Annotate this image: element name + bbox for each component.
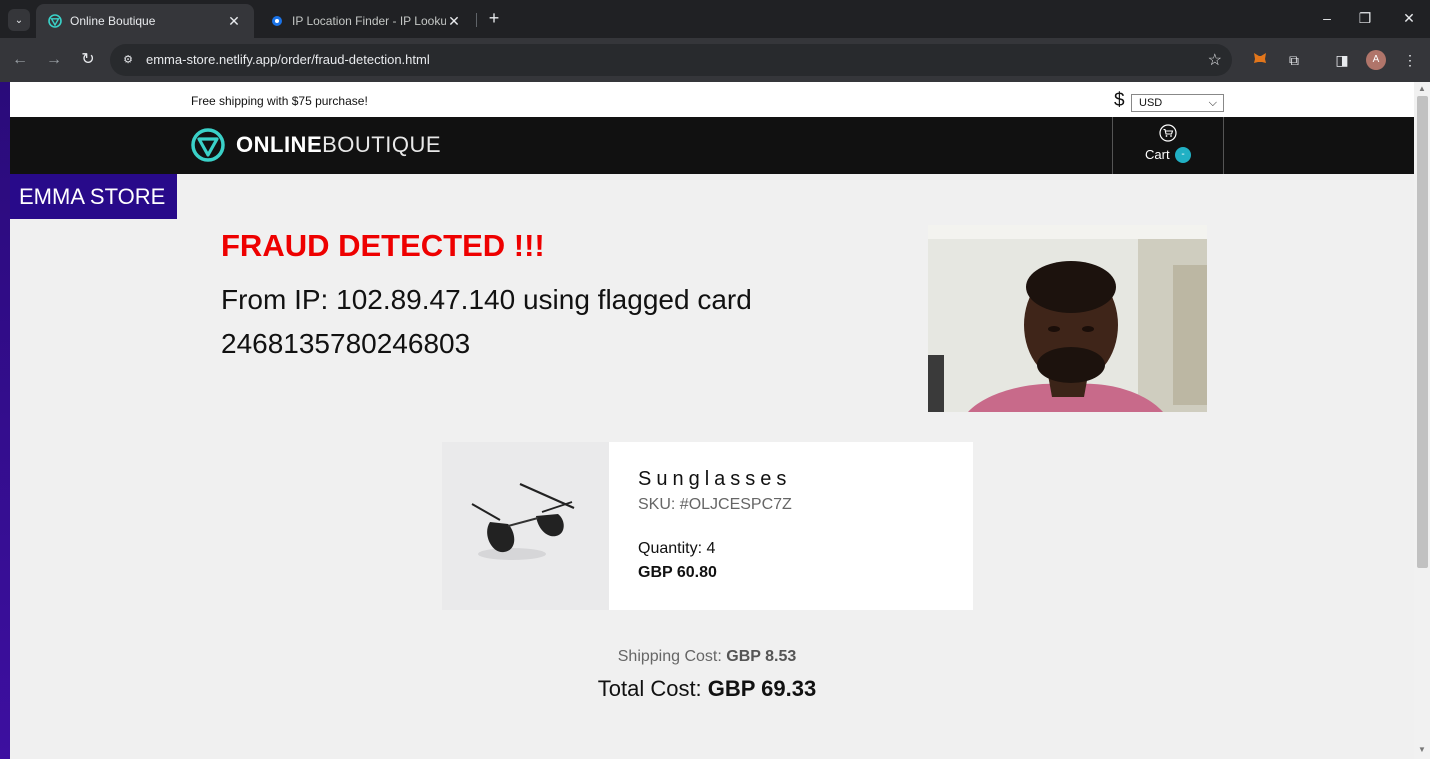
- browser-menu-icon[interactable]: ⋮: [1400, 50, 1420, 70]
- ip-finder-favicon-icon: [270, 14, 284, 28]
- total-cost-label: Total Cost:: [597, 676, 702, 701]
- sunglasses-product-image: [442, 442, 609, 610]
- logo-text-bold: ONLINE: [236, 132, 323, 157]
- site-header: ONLINEBOUTIQUE Cart -: [10, 117, 1414, 174]
- scrollbar-thumb[interactable]: [1417, 96, 1428, 568]
- new-tab-icon[interactable]: +: [484, 8, 504, 28]
- total-cost-value: GBP 69.33: [707, 676, 817, 701]
- webcam-snapshot-image: [928, 225, 1207, 412]
- url-text[interactable]: emma-store.netlify.app/order/fraud-detec…: [146, 52, 430, 67]
- product-name: Sunglasses: [638, 468, 792, 490]
- product-quantity: Quantity: 4: [638, 540, 716, 557]
- currency-selected-value: USD: [1139, 97, 1163, 109]
- tab-ip-location-finder[interactable]: IP Location Finder - IP Lookup \ ✕: [258, 4, 474, 38]
- shipping-cost-label: Shipping Cost:: [617, 648, 722, 665]
- browser-tab-bar: ⌄ Online Boutique ✕ IP Location Finder -…: [0, 0, 1430, 38]
- tab-title: Online Boutique: [70, 14, 156, 28]
- product-price: GBP 60.80: [638, 564, 717, 581]
- scroll-down-arrow-icon[interactable]: ▼: [1414, 745, 1430, 757]
- cart-count-badge: -: [1175, 147, 1191, 163]
- reload-icon[interactable]: ↻: [76, 48, 100, 72]
- bookmark-star-icon[interactable]: ☆: [1208, 50, 1222, 70]
- page-viewport: Free shipping with $75 purchase! $ USD ⌵…: [0, 82, 1430, 759]
- free-shipping-notice: Free shipping with $75 purchase!: [191, 94, 368, 108]
- back-arrow-icon[interactable]: ←: [8, 48, 32, 72]
- scroll-up-arrow-icon[interactable]: ▲: [1414, 84, 1430, 96]
- product-sku: SKU: #OLJCESPC7Z: [638, 496, 792, 513]
- fraud-alert-message: From IP: 102.89.47.140 using flagged car…: [221, 284, 752, 359]
- tab-search-icon[interactable]: ⌄: [8, 9, 30, 31]
- address-bar[interactable]: ⚙ emma-store.netlify.app/order/fraud-det…: [110, 44, 1232, 76]
- browser-toolbar: ← → ↻ ⚙ emma-store.netlify.app/order/fra…: [0, 38, 1430, 82]
- cart-button[interactable]: Cart -: [1112, 117, 1224, 174]
- forward-arrow-icon[interactable]: →: [42, 48, 66, 72]
- boutique-logo-icon: [191, 128, 225, 162]
- total-cost: Total Cost: GBP 69.33: [0, 676, 1414, 702]
- profile-avatar[interactable]: A: [1366, 50, 1386, 70]
- window-close-icon[interactable]: ✕: [1396, 7, 1422, 29]
- tab-online-boutique[interactable]: Online Boutique ✕: [36, 4, 254, 38]
- boutique-favicon-icon: [48, 14, 62, 28]
- page-scrollbar[interactable]: ▲ ▼: [1414, 82, 1430, 759]
- cart-label: Cart: [1145, 147, 1170, 162]
- side-panel-icon[interactable]: ◨: [1332, 50, 1352, 70]
- fraud-alert-title: FRAUD DETECTED !!!: [221, 228, 545, 263]
- chevron-down-icon: ⌵: [1208, 97, 1217, 109]
- tab-divider: [476, 13, 477, 27]
- site-info-icon[interactable]: ⚙: [120, 52, 136, 68]
- minimize-icon[interactable]: –: [1314, 7, 1340, 29]
- store-name-badge: EMMA STORE: [10, 174, 177, 219]
- tab-title: IP Location Finder - IP Lookup \: [292, 14, 446, 28]
- close-tab-icon[interactable]: ✕: [226, 13, 242, 30]
- currency-select[interactable]: USD ⌵: [1131, 94, 1224, 112]
- shipping-cost: Shipping Cost: GBP 8.53: [0, 648, 1414, 666]
- top-announcement-bar: Free shipping with $75 purchase! $ USD ⌵: [10, 82, 1414, 117]
- restore-icon[interactable]: ❐: [1352, 7, 1378, 29]
- shipping-cost-value: GBP 8.53: [726, 648, 797, 665]
- logo-text: ONLINEBOUTIQUE: [236, 132, 441, 158]
- extensions-puzzle-icon[interactable]: ⧉: [1284, 50, 1304, 70]
- order-item-card: Sunglasses SKU: #OLJCESPC7Z Quantity: 4 …: [442, 442, 973, 610]
- metamask-extension-icon[interactable]: [1250, 50, 1270, 70]
- close-tab-icon[interactable]: ✕: [446, 13, 462, 30]
- logo-text-thin: BOUTIQUE: [322, 132, 442, 157]
- cart-icon: [1159, 124, 1177, 142]
- site-logo[interactable]: ONLINEBOUTIQUE: [190, 127, 441, 163]
- currency-symbol: $: [1114, 90, 1125, 111]
